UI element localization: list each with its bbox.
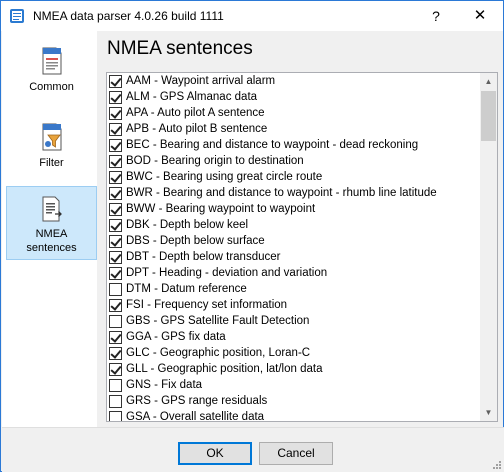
sentence-label: FSI - Frequency set information (126, 299, 288, 311)
list-item[interactable]: ALM - GPS Almanac data (107, 89, 481, 105)
sentence-checkbox[interactable] (109, 138, 122, 152)
sidebar-item-common[interactable]: Common (6, 43, 97, 103)
list-item[interactable]: BEC - Bearing and distance to waypoint -… (107, 137, 481, 153)
sentence-label: DBS - Depth below surface (126, 235, 265, 247)
list-item[interactable]: APA - Auto pilot A sentence (107, 105, 481, 121)
sidebar-item-filter[interactable]: Filter (6, 119, 97, 179)
sentence-checkbox[interactable] (109, 90, 122, 104)
list-item[interactable]: AAM - Waypoint arrival alarm (107, 73, 481, 89)
sentence-label: BWW - Bearing waypoint to waypoint (126, 203, 316, 215)
scroll-down-icon[interactable]: ▼ (480, 404, 497, 421)
sentence-label: AAM - Waypoint arrival alarm (126, 75, 276, 87)
sentence-label: BOD - Bearing origin to destination (126, 155, 304, 167)
list-item[interactable]: BWW - Bearing waypoint to waypoint (107, 201, 481, 217)
list-item[interactable]: DBK - Depth below keel (107, 217, 481, 233)
list-item[interactable]: GBS - GPS Satellite Fault Detection (107, 313, 481, 329)
sentence-label: GLC - Geographic position, Loran-C (126, 347, 311, 359)
sentence-label: GLL - Geographic position, lat/lon data (126, 363, 323, 375)
list-item[interactable]: DBS - Depth below surface (107, 233, 481, 249)
list-item[interactable]: GSA - Overall satellite data (107, 409, 481, 422)
sentence-checkbox[interactable] (109, 282, 122, 296)
list-item[interactable]: APB - Auto pilot B sentence (107, 121, 481, 137)
sidebar-item-label: Filter (39, 157, 64, 169)
close-button[interactable]: ✕ (457, 1, 503, 31)
sentence-checkbox[interactable] (109, 218, 122, 232)
sentence-checklist[interactable]: AAM - Waypoint arrival alarm ALM - GPS Al… (106, 72, 498, 422)
sentence-label: DBK - Depth below keel (126, 219, 249, 231)
sentence-label: BWC - Bearing using great circle route (126, 171, 323, 183)
document-icon (42, 47, 61, 75)
list-item[interactable]: FSI - Frequency set information (107, 297, 481, 313)
sentence-label: BEC - Bearing and distance to waypoint -… (126, 139, 419, 151)
sentence-label: GGA - GPS fix data (126, 331, 226, 343)
resize-grip-icon[interactable] (491, 459, 501, 469)
sentence-checkbox[interactable] (109, 106, 122, 120)
list-item[interactable]: BWR - Bearing and distance to waypoint -… (107, 185, 481, 201)
list-item[interactable]: DTM - Datum reference (107, 281, 481, 297)
sentence-checkbox[interactable] (109, 250, 122, 264)
filter-icon (42, 123, 61, 151)
sentences-icon (42, 196, 62, 222)
page-title: NMEA sentences (107, 38, 253, 59)
sentence-label: GSA - Overall satellite data (126, 411, 265, 422)
sentence-checkbox[interactable] (109, 314, 122, 328)
sentence-checkbox[interactable] (109, 234, 122, 248)
sentence-checkbox[interactable] (109, 266, 122, 280)
sentence-checkbox[interactable] (109, 362, 122, 376)
sentence-label: APB - Auto pilot B sentence (126, 123, 268, 135)
list-item[interactable]: GGA - GPS fix data (107, 329, 481, 345)
ok-button[interactable]: OK (178, 442, 252, 465)
scrollbar-thumb[interactable] (481, 91, 496, 141)
list-item[interactable]: BOD - Bearing origin to destination (107, 153, 481, 169)
sentence-checkbox[interactable] (109, 298, 122, 312)
list-item[interactable]: GLC - Geographic position, Loran-C (107, 345, 481, 361)
sentence-label: BWR - Bearing and distance to waypoint -… (126, 187, 437, 199)
main-panel: NMEA sentences AAM - Waypoint arrival al… (97, 31, 503, 427)
list-item[interactable]: GRS - GPS range residuals (107, 393, 481, 409)
sentence-checkbox[interactable] (109, 74, 122, 88)
title-bar[interactable]: NMEA data parser 4.0.26 build 1111 ? ✕ (1, 1, 503, 31)
sentence-checkbox[interactable] (109, 170, 122, 184)
sentence-checkbox[interactable] (109, 186, 122, 200)
sentence-label: GRS - GPS range residuals (126, 395, 268, 407)
sentence-checkbox[interactable] (109, 410, 122, 421)
sidebar: Common Filter NMEA sentences (2, 31, 97, 427)
help-button[interactable]: ? (425, 3, 447, 29)
sentence-label: GNS - Fix data (126, 379, 203, 391)
sentence-checkbox[interactable] (109, 346, 122, 360)
sentence-label: ALM - GPS Almanac data (126, 91, 258, 103)
dialog-window: NMEA data parser 4.0.26 build 1111 ? ✕ C… (0, 0, 504, 472)
vertical-scrollbar[interactable]: ▲ ▼ (480, 73, 497, 421)
sentence-label: GBS - GPS Satellite Fault Detection (126, 315, 310, 327)
list-item[interactable]: DBT - Depth below transducer (107, 249, 481, 265)
button-bar: OK Cancel (2, 427, 504, 472)
sentence-checkbox[interactable] (109, 154, 122, 168)
list-item[interactable]: GLL - Geographic position, lat/lon data (107, 361, 481, 377)
app-icon (10, 9, 24, 23)
sentence-checkbox[interactable] (109, 394, 122, 408)
sentence-label: APA - Auto pilot A sentence (126, 107, 265, 119)
sentence-label: DPT - Heading - deviation and variation (126, 267, 328, 279)
list-item[interactable]: BWC - Bearing using great circle route (107, 169, 481, 185)
sentence-checkbox[interactable] (109, 378, 122, 392)
cancel-button[interactable]: Cancel (259, 442, 333, 465)
sidebar-item-nmea-sentences[interactable]: NMEA sentences (6, 186, 97, 260)
sentence-checkbox[interactable] (109, 330, 122, 344)
sidebar-item-label: Common (29, 81, 74, 93)
list-item[interactable]: DPT - Heading - deviation and variation (107, 265, 481, 281)
sidebar-item-label: NMEA (35, 228, 68, 240)
sentence-checkbox[interactable] (109, 122, 122, 136)
sentence-label: DTM - Datum reference (126, 283, 247, 295)
sidebar-item-label: sentences (26, 242, 77, 254)
scroll-up-icon[interactable]: ▲ (480, 73, 497, 90)
sentence-checkbox[interactable] (109, 202, 122, 216)
list-item[interactable]: GNS - Fix data (107, 377, 481, 393)
sentence-list: AAM - Waypoint arrival alarm ALM - GPS Al… (107, 73, 481, 422)
window-title: NMEA data parser 4.0.26 build 1111 (33, 9, 224, 23)
sentence-label: DBT - Depth below transducer (126, 251, 281, 263)
